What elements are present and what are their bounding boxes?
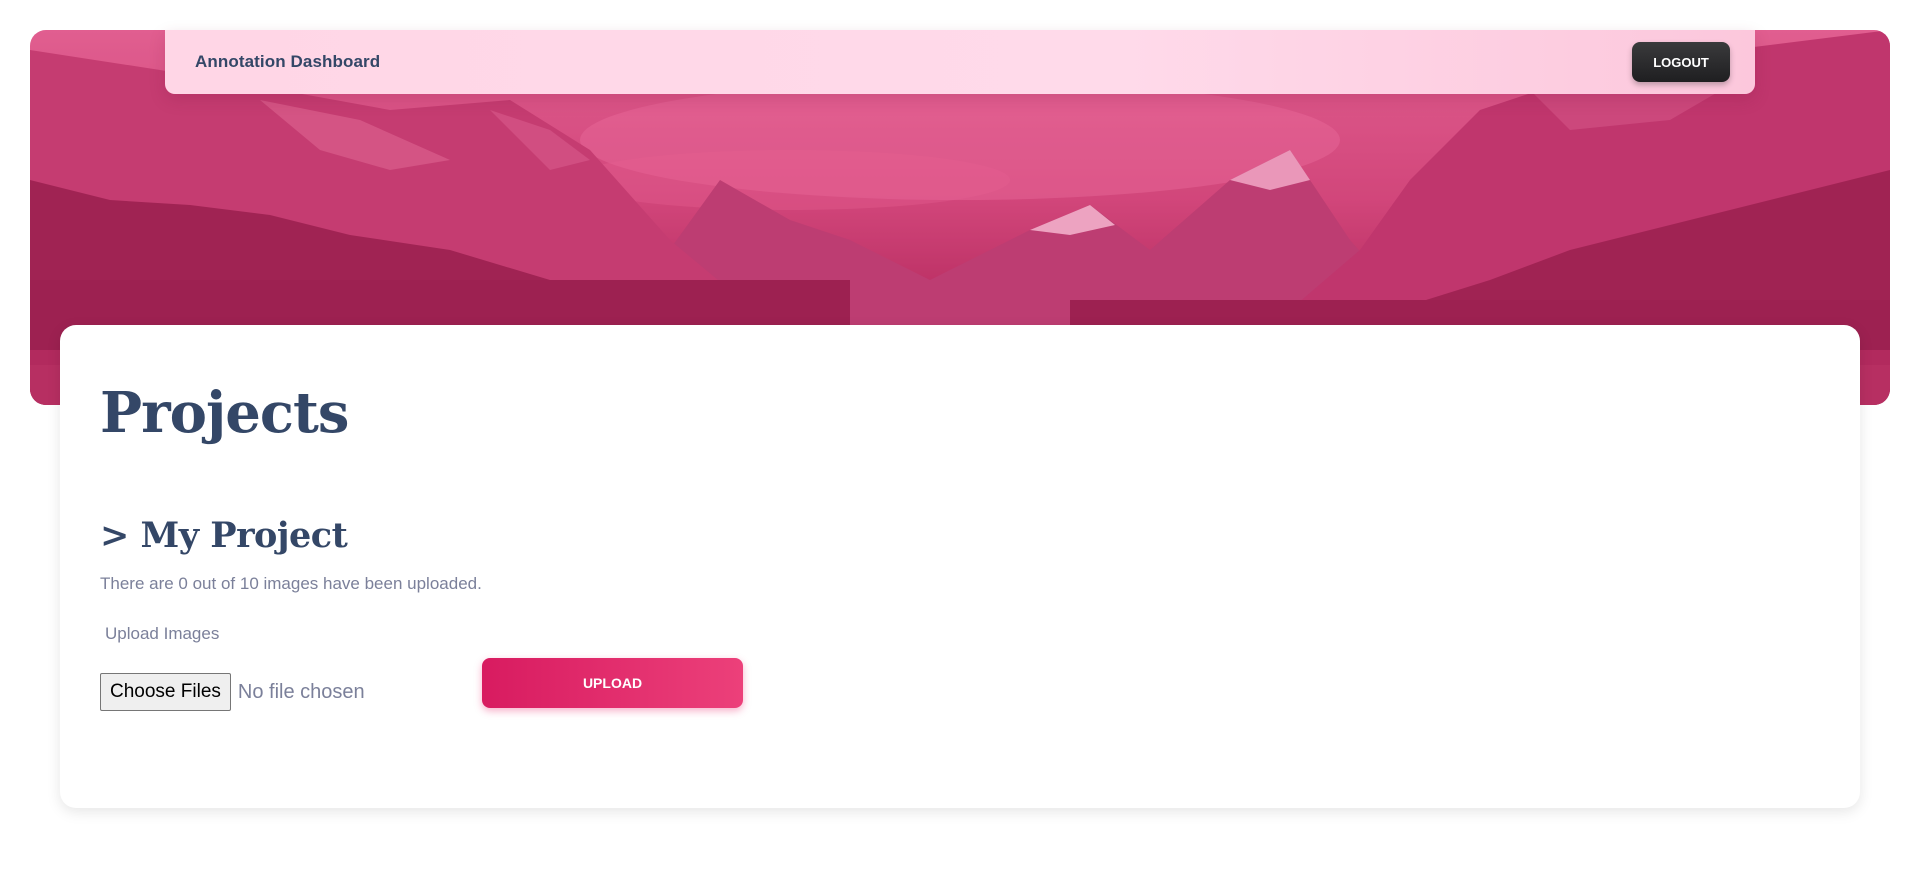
top-navbar: Annotation Dashboard LOGOUT — [165, 30, 1755, 94]
file-status-text: No file chosen — [237, 680, 365, 703]
projects-card: Projects > My Project There are 0 out of… — [60, 325, 1860, 808]
upload-status-text: There are 0 out of 10 images have been u… — [100, 574, 482, 593]
logout-button[interactable]: LOGOUT — [1632, 42, 1730, 82]
project-title: > My Project — [100, 515, 348, 556]
file-input[interactable]: Choose Files No file chosen — [100, 673, 365, 711]
navbar-brand[interactable]: Annotation Dashboard — [195, 30, 380, 94]
choose-files-button[interactable]: Choose Files — [100, 673, 231, 711]
upload-button[interactable]: UPLOAD — [482, 658, 743, 708]
page-title: Projects — [100, 380, 349, 446]
upload-images-label: Upload Images — [105, 624, 220, 643]
